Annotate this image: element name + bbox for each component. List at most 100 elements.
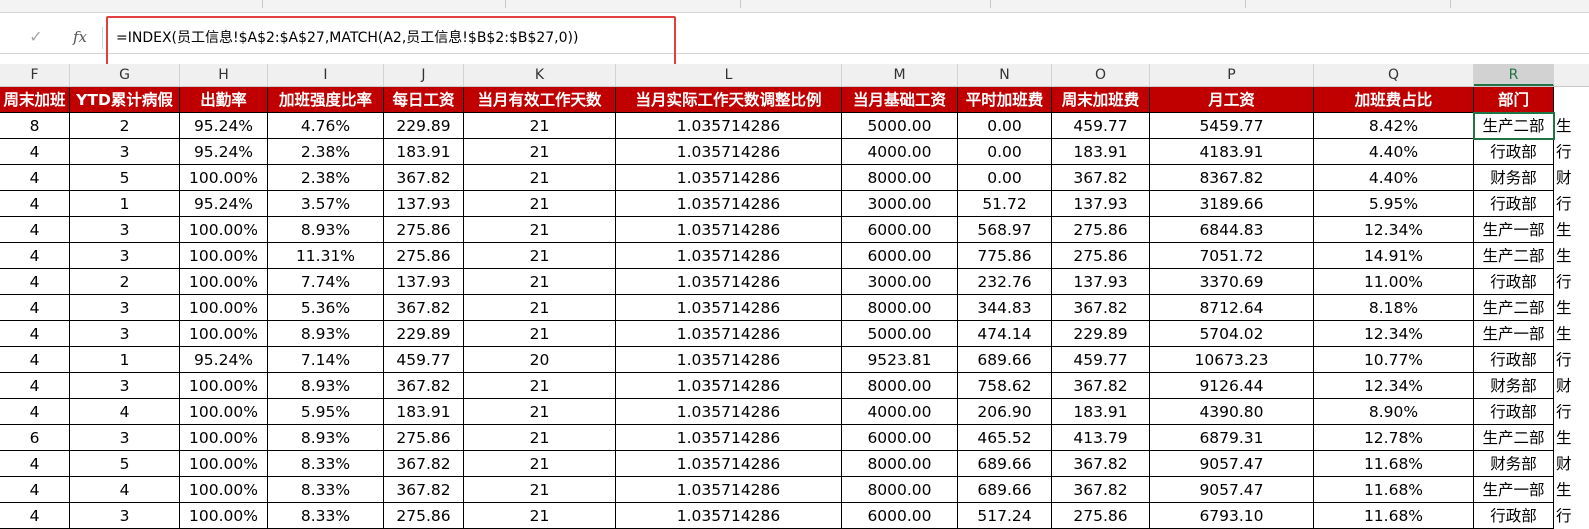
next-column-cell[interactable]: 生 [1556,113,1589,139]
header-cell[interactable]: 出勤率 [180,87,268,113]
table-cell[interactable]: 7.14% [268,347,384,373]
table-cell[interactable]: 3 [70,503,180,529]
column-header-j[interactable]: J [384,64,464,86]
table-cell[interactable]: 行政部 [1474,191,1554,217]
table-cell[interactable]: 1.035714286 [616,165,842,191]
next-column-cell[interactable]: 行 [1556,139,1589,165]
column-header-g[interactable]: G [70,64,180,86]
header-cell[interactable]: 加班强度比率 [268,87,384,113]
table-cell[interactable]: 8.93% [268,425,384,451]
table-cell[interactable]: 10.77% [1314,347,1474,373]
column-header-n[interactable]: N [958,64,1052,86]
table-cell[interactable]: 12.78% [1314,425,1474,451]
table-cell[interactable]: 6000.00 [842,217,958,243]
table-cell[interactable]: 21 [464,451,616,477]
table-cell[interactable]: 4 [0,139,70,165]
table-cell[interactable]: 6 [0,425,70,451]
table-cell[interactable]: 11.68% [1314,477,1474,503]
table-cell[interactable]: 1.035714286 [616,347,842,373]
table-cell[interactable]: 8.93% [268,217,384,243]
table-cell[interactable]: 9057.47 [1150,451,1314,477]
table-cell[interactable]: 51.72 [958,191,1052,217]
table-cell[interactable]: 100.00% [180,399,268,425]
table-cell[interactable]: 3 [70,139,180,165]
table-cell[interactable]: 11.68% [1314,451,1474,477]
table-cell[interactable]: 21 [464,165,616,191]
table-cell[interactable]: 21 [464,243,616,269]
table-cell[interactable]: 8.93% [268,373,384,399]
column-header-i[interactable]: I [268,64,384,86]
column-header-k[interactable]: K [464,64,616,86]
table-cell[interactable]: 4 [0,399,70,425]
table-cell[interactable]: 8000.00 [842,451,958,477]
table-cell[interactable]: 100.00% [180,425,268,451]
table-cell[interactable]: 95.24% [180,191,268,217]
table-cell[interactable]: 229.89 [384,321,464,347]
table-cell[interactable]: 4 [0,269,70,295]
header-cell[interactable]: 当月实际工作天数调整比例 [616,87,842,113]
table-cell[interactable]: 8.42% [1314,113,1474,139]
table-cell[interactable]: 1.035714286 [616,139,842,165]
table-cell[interactable]: 4 [0,373,70,399]
column-header-h[interactable]: H [180,64,268,86]
table-cell[interactable]: 229.89 [384,113,464,139]
enter-check-icon[interactable]: ✓ [26,27,46,47]
formula-input[interactable]: =INDEX(员工信息!$A$2:$A$27,MATCH(A2,员工信息!$B$… [116,27,578,49]
table-cell[interactable]: 206.90 [958,399,1052,425]
table-cell[interactable]: 100.00% [180,269,268,295]
table-cell[interactable]: 3000.00 [842,269,958,295]
next-column-cell[interactable]: 财 [1556,451,1589,477]
table-cell[interactable]: 8.33% [268,451,384,477]
table-cell[interactable]: 3 [70,373,180,399]
header-cell[interactable]: 部门 [1474,87,1554,113]
table-cell[interactable]: 21 [464,295,616,321]
table-cell[interactable]: 财务部 [1474,373,1554,399]
table-cell[interactable]: 4 [0,503,70,529]
table-cell[interactable]: 1.035714286 [616,243,842,269]
table-cell[interactable]: 183.91 [1052,139,1150,165]
table-cell[interactable]: 8367.82 [1150,165,1314,191]
column-header-o[interactable]: O [1052,64,1150,86]
table-cell[interactable]: 4 [70,477,180,503]
table-cell[interactable]: 3 [70,425,180,451]
next-column-cell[interactable]: 行 [1556,191,1589,217]
table-cell[interactable]: 7.74% [268,269,384,295]
table-cell[interactable]: 1.035714286 [616,399,842,425]
table-cell[interactable]: 财务部 [1474,451,1554,477]
header-cell[interactable]: 当月基础工资 [842,87,958,113]
table-cell[interactable]: 5704.02 [1150,321,1314,347]
table-cell[interactable]: 3000.00 [842,191,958,217]
table-cell[interactable]: 2.38% [268,165,384,191]
table-cell[interactable]: 生产二部 [1474,113,1554,139]
table-cell[interactable]: 5.95% [1314,191,1474,217]
table-cell[interactable]: 4.40% [1314,165,1474,191]
table-cell[interactable]: 1.035714286 [616,295,842,321]
table-cell[interactable]: 183.91 [1052,399,1150,425]
table-cell[interactable]: 21 [464,113,616,139]
table-cell[interactable]: 1.035714286 [616,269,842,295]
table-cell[interactable]: 21 [464,191,616,217]
table-cell[interactable]: 4.76% [268,113,384,139]
table-cell[interactable]: 行政部 [1474,503,1554,529]
table-cell[interactable]: 行政部 [1474,139,1554,165]
table-cell[interactable]: 21 [464,373,616,399]
table-cell[interactable]: 275.86 [384,217,464,243]
table-cell[interactable]: 1.035714286 [616,113,842,139]
table-cell[interactable]: 3 [70,295,180,321]
table-cell[interactable]: 275.86 [1052,217,1150,243]
table-cell[interactable]: 100.00% [180,243,268,269]
table-cell[interactable]: 21 [464,321,616,347]
next-column-cell[interactable]: 财 [1556,373,1589,399]
table-cell[interactable]: 5.95% [268,399,384,425]
table-cell[interactable]: 21 [464,425,616,451]
next-column-cell[interactable]: 生 [1556,425,1589,451]
table-cell[interactable]: 14.91% [1314,243,1474,269]
table-cell[interactable]: 6879.31 [1150,425,1314,451]
table-cell[interactable]: 21 [464,269,616,295]
table-cell[interactable]: 100.00% [180,321,268,347]
table-cell[interactable]: 459.77 [1052,113,1150,139]
table-cell[interactable]: 12.34% [1314,217,1474,243]
table-cell[interactable]: 1.035714286 [616,373,842,399]
next-column-cell[interactable]: 财 [1556,165,1589,191]
table-cell[interactable]: 11.00% [1314,269,1474,295]
